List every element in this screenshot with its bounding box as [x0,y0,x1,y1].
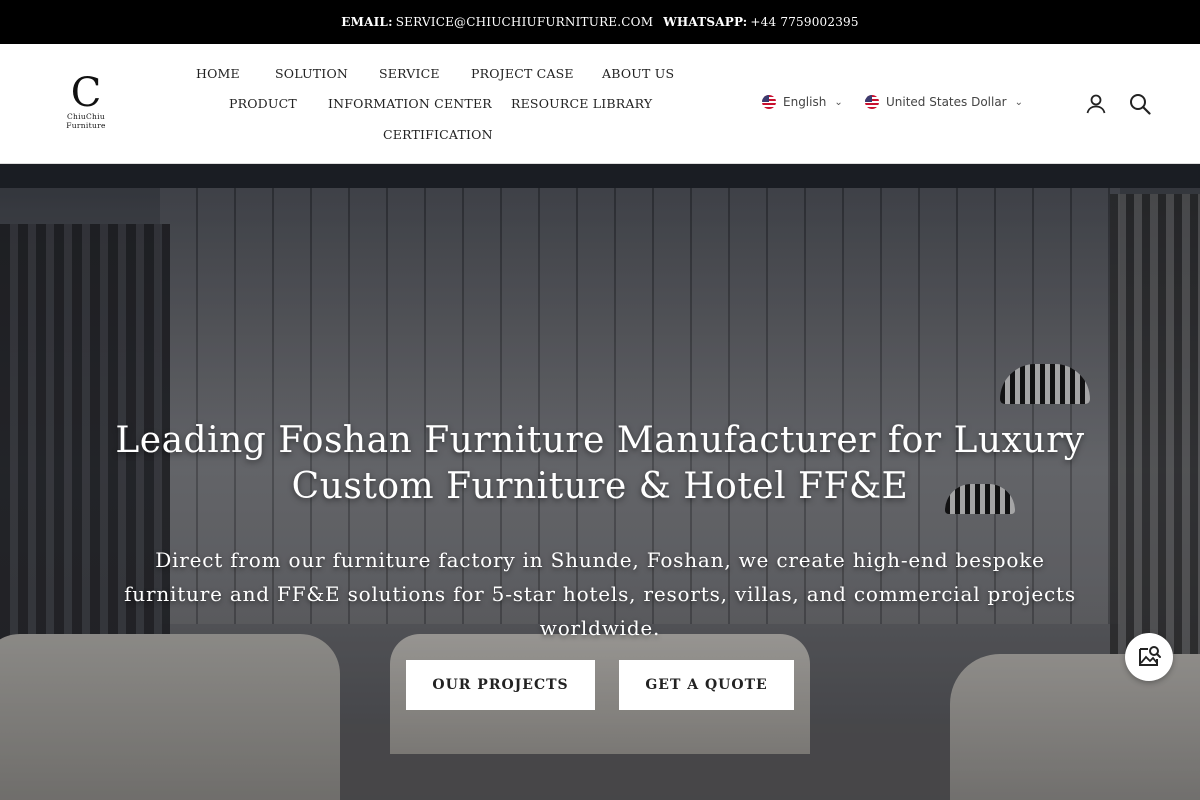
email-contact[interactable]: EMAIL: SERVICE@CHIUCHIUFURNITURE.COM [341,15,653,29]
email-value[interactable]: SERVICE@CHIUCHIUFURNITURE.COM [396,15,653,29]
user-icon[interactable] [1084,92,1108,116]
image-search-icon [1139,646,1161,666]
logo-line-1: ChiuChiu [67,112,105,121]
hero-subtitle: Direct from our furniture factory in Shu… [124,548,1076,640]
us-flag-icon [865,95,879,109]
top-bar: EMAIL: SERVICE@CHIUCHIUFURNITURE.COM WHA… [0,0,1200,44]
language-selector[interactable]: English ⌄ [762,95,843,109]
our-projects-button[interactable]: OUR PROJECTS [406,660,595,710]
hero-title: Leading Foshan Furniture Manufacturer fo… [115,420,1085,507]
email-label: EMAIL: [341,15,393,29]
nav-about-us[interactable]: ABOUT US [602,66,674,81]
us-flag-icon [762,95,776,109]
nav-service[interactable]: SERVICE [379,66,440,81]
whatsapp-label: WHATSAPP: [663,15,748,29]
get-a-quote-button[interactable]: GET A QUOTE [619,660,794,710]
nav-resource-library[interactable]: RESOURCE LIBRARY [511,96,652,111]
language-label: English [783,95,827,109]
nav-home[interactable]: HOME [196,66,240,81]
chevron-down-icon: ⌄ [834,96,843,108]
currency-label: United States Dollar [886,95,1007,109]
hero-banner: Leading Foshan Furniture Manufacturer fo… [0,164,1200,800]
nav-product[interactable]: PRODUCT [229,96,297,111]
search-icon[interactable] [1128,92,1152,116]
chevron-down-icon: ⌄ [1014,96,1023,108]
image-search-button[interactable] [1125,633,1173,681]
currency-selector[interactable]: United States Dollar ⌄ [865,95,1023,109]
whatsapp-value[interactable]: +44 7759002395 [750,15,858,29]
whatsapp-contact[interactable]: WHATSAPP: +44 7759002395 [663,15,859,29]
logo-mark: C [70,70,102,116]
site-header: C ChiuChiu Furniture HOME SOLUTION SERVI… [0,44,1200,164]
nav-project-case[interactable]: PROJECT CASE [471,66,574,81]
nav-certification[interactable]: CERTIFICATION [383,127,493,142]
logo-line-2: Furniture [66,121,106,130]
nav-solution[interactable]: SOLUTION [275,66,348,81]
nav-information-center[interactable]: INFORMATION CENTER [328,96,492,111]
logo[interactable]: C ChiuChiu Furniture [60,70,112,134]
